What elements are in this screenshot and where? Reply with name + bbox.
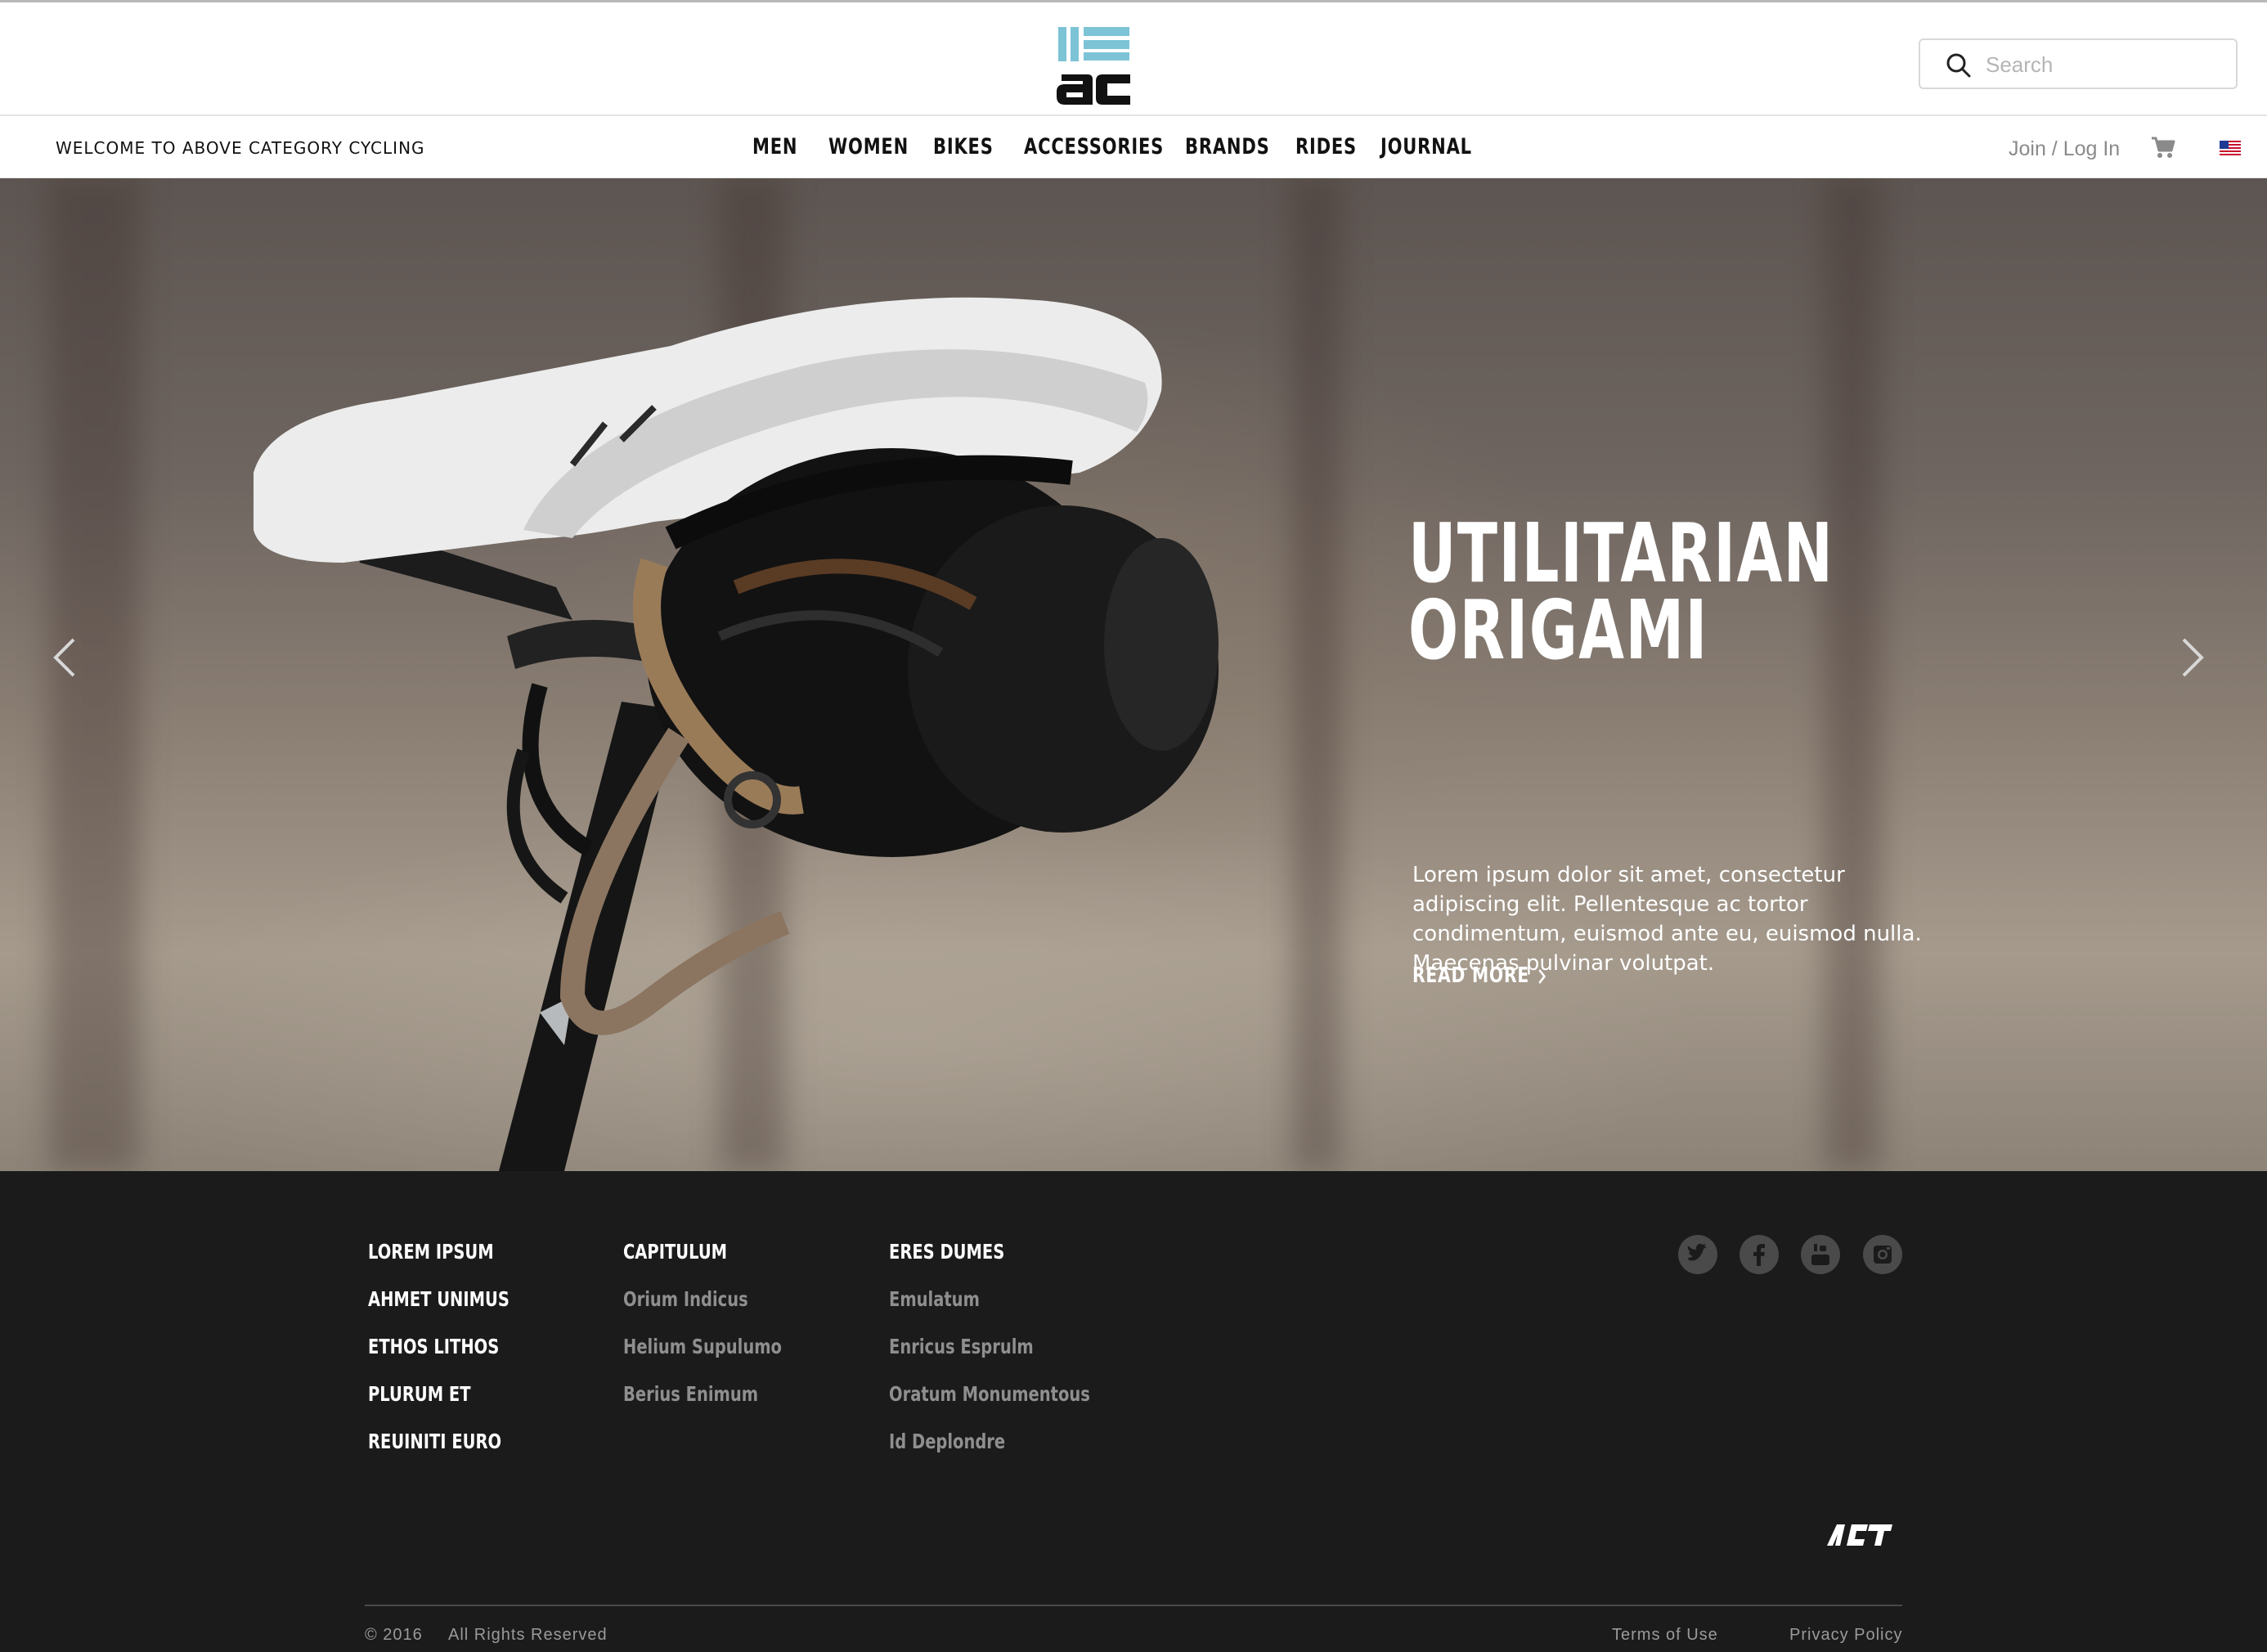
nav-item-women[interactable]: WOMEN	[828, 134, 909, 159]
privacy-policy-link[interactable]: Privacy Policy	[1789, 1626, 1902, 1645]
footer-link[interactable]: REUINITI EURO	[368, 1430, 510, 1477]
twitter-icon[interactable]	[1678, 1235, 1717, 1274]
hero-title-line-1: UTILITARIAN	[1408, 505, 1834, 601]
search-input[interactable]	[1986, 48, 2223, 81]
footer-column-3: ERES DUMES Emulatum Enricus Esprulm Orat…	[889, 1240, 1147, 1477]
search-icon	[1946, 53, 1971, 78]
footer-link[interactable]: Enricus Esprulm	[889, 1335, 1090, 1382]
terms-of-use-link[interactable]: Terms of Use	[1612, 1626, 1718, 1645]
rights-reserved: All Rights Reserved	[448, 1626, 608, 1644]
nav-menu: MEN WOMEN BIKES ACCESSORIES BRANDS RIDES…	[0, 134, 2267, 167]
join-login-link[interactable]: Join / Log In	[2009, 137, 2120, 161]
main-nav-bar: WELCOME TO ABOVE CATEGORY CYCLING MEN WO…	[0, 116, 2267, 178]
us-flag-icon[interactable]	[2220, 141, 2241, 155]
footer-link[interactable]: Emulatum	[889, 1287, 1090, 1335]
nav-item-bikes[interactable]: BIKES	[933, 134, 994, 159]
nav-item-accessories[interactable]: ACCESSORIES	[1024, 134, 1164, 159]
copyright-year: © 2016	[365, 1626, 423, 1644]
footer-link[interactable]: ETHOS LITHOS	[368, 1335, 510, 1382]
top-header	[0, 0, 2267, 116]
facebook-icon[interactable]	[1740, 1235, 1779, 1274]
nav-item-rides[interactable]: RIDES	[1295, 134, 1357, 159]
hero-title-line-2: ORIGAMI	[1408, 582, 1708, 678]
footer-link[interactable]: PLURUM ET	[368, 1382, 510, 1430]
footer-column-heading[interactable]: ERES DUMES	[889, 1240, 1090, 1287]
read-more-label: READ MORE	[1412, 963, 1529, 988]
footer-link[interactable]: Id Deplondre	[889, 1430, 1090, 1477]
footer-link[interactable]: Helium Supulumo	[623, 1335, 782, 1382]
search-box[interactable]	[1919, 38, 2238, 89]
hero-title: UTILITARIAN ORIGAMI	[1408, 505, 1834, 678]
carousel-next-arrow[interactable]	[2180, 636, 2205, 679]
hero-carousel: UTILITARIAN ORIGAMI Lorem ipsum dolor si…	[0, 178, 2267, 1171]
nav-item-brands[interactable]: BRANDS	[1185, 134, 1270, 159]
footer-column-2: CAPITULUM Orium Indicus Helium Supulumo …	[623, 1240, 827, 1430]
hero-description: Lorem ipsum dolor sit amet, consectetur …	[1412, 863, 1922, 976]
read-more-link[interactable]: READ MORE	[1412, 963, 1546, 988]
carousel-prev-arrow[interactable]	[52, 636, 77, 679]
footer-link[interactable]: Orium Indicus	[623, 1287, 782, 1335]
youtube-icon[interactable]	[1801, 1235, 1840, 1274]
cart-icon[interactable]	[2151, 136, 2175, 159]
instagram-icon[interactable]	[1863, 1235, 1902, 1274]
nav-item-men[interactable]: MEN	[752, 134, 797, 159]
chevron-right-icon	[1538, 968, 1546, 984]
footer-link[interactable]: AHMET UNIMUS	[368, 1287, 510, 1335]
footer-link[interactable]: Oratum Monumentous	[889, 1382, 1090, 1430]
brand-logo[interactable]	[1055, 25, 1134, 107]
footer-link[interactable]: Berius Enimum	[623, 1382, 782, 1430]
footer-link[interactable]: LOREM IPSUM	[368, 1240, 510, 1287]
footer-column-heading[interactable]: CAPITULUM	[623, 1240, 782, 1287]
footer-divider	[365, 1605, 1902, 1606]
footer-column-1: LOREM IPSUM AHMET UNIMUS ETHOS LITHOS PL…	[368, 1240, 550, 1477]
nav-item-journal[interactable]: JOURNAL	[1380, 134, 1472, 159]
footer-brand-logo[interactable]	[1825, 1523, 1894, 1547]
site-footer: LOREM IPSUM AHMET UNIMUS ETHOS LITHOS PL…	[0, 1171, 2267, 1652]
hero-image	[254, 297, 1219, 1171]
